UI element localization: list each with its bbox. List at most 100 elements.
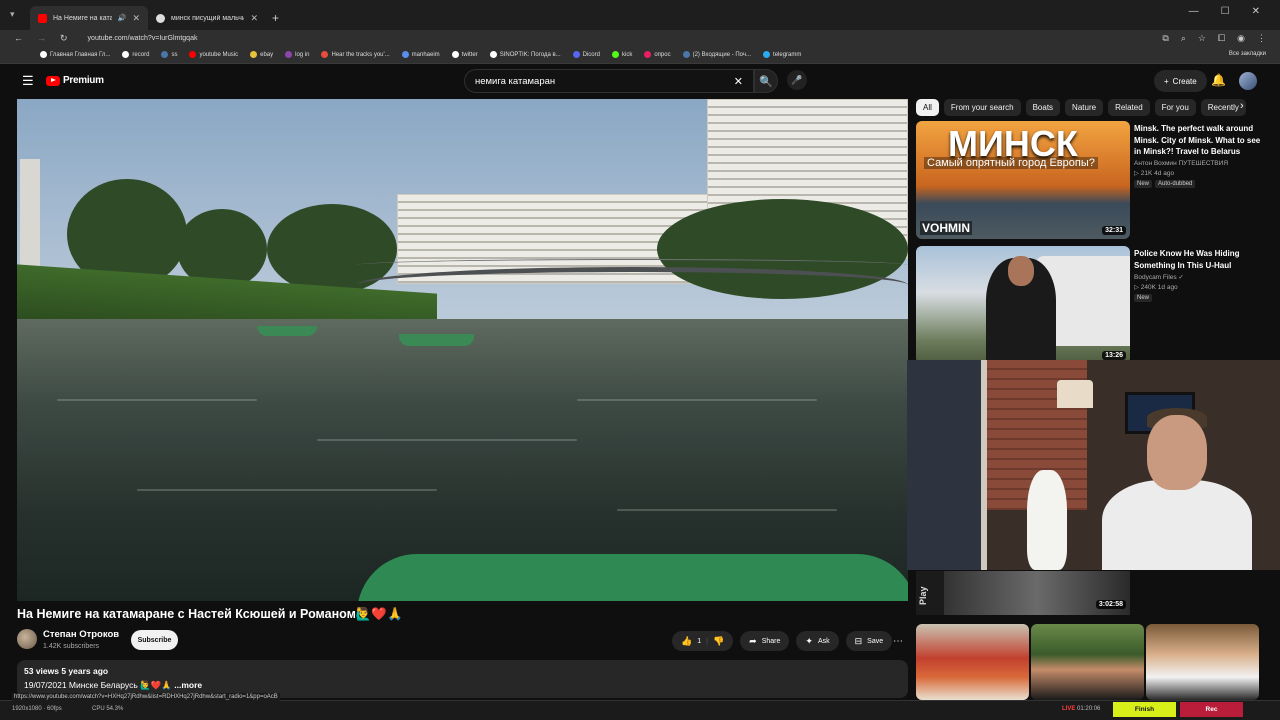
filter-chip[interactable]: Related bbox=[1108, 99, 1150, 116]
share-button[interactable]: ➦ Share bbox=[740, 631, 790, 651]
filter-chip[interactable]: Nature bbox=[1065, 99, 1104, 116]
all-bookmarks-button[interactable]: Все закладки bbox=[1229, 51, 1266, 57]
bookmark-item[interactable]: Dicord bbox=[572, 51, 600, 58]
new-tab-icon[interactable]: + bbox=[272, 11, 279, 25]
bookmark-item[interactable]: опрос bbox=[644, 51, 671, 58]
video-player[interactable] bbox=[17, 99, 908, 601]
bookmark-item[interactable]: record bbox=[122, 51, 149, 58]
like-button[interactable]: 👍 1 | 👎 bbox=[672, 631, 734, 651]
recommendation-thumbnail[interactable] bbox=[1146, 624, 1259, 700]
bookmark-label: ss bbox=[171, 51, 178, 58]
bookmark-item[interactable]: (2) Входящие - Поч... bbox=[682, 51, 751, 58]
bookmark-label: twitter bbox=[461, 51, 478, 58]
bookmark-item[interactable]: SINOPTIK: Погода в... bbox=[489, 51, 561, 58]
browser-tab-active[interactable]: На Немиге на катамаране 🔊 ✕ bbox=[30, 6, 148, 30]
bookmark-favicon-icon bbox=[763, 51, 771, 58]
views-and-age: 53 views 5 years ago bbox=[24, 666, 109, 676]
forward-icon[interactable]: → bbox=[37, 33, 46, 43]
tab-close-icon[interactable]: ✕ bbox=[132, 13, 140, 24]
bookmark-star-icon[interactable]: ☆ bbox=[1198, 33, 1206, 44]
live-time: 01:20:06 bbox=[1077, 706, 1101, 712]
video-frame-boat bbox=[257, 326, 317, 336]
filter-chip[interactable]: From your search bbox=[943, 99, 1021, 116]
auto-dubbed-badge: Auto-dubbed bbox=[1155, 179, 1196, 188]
hamburger-menu-icon[interactable]: ☰ bbox=[22, 73, 34, 89]
minimize-icon[interactable]: — bbox=[1189, 6, 1199, 17]
channel-name[interactable]: Степан Отроков bbox=[43, 629, 119, 640]
back-icon[interactable]: ← bbox=[14, 33, 23, 43]
search-box[interactable]: немига катамаран ✕ bbox=[464, 69, 754, 93]
extensions-icon[interactable]: ⧠ bbox=[1218, 33, 1225, 44]
video-frame-ripple bbox=[617, 509, 837, 511]
bookmark-item[interactable]: youtube Music bbox=[189, 51, 238, 58]
create-button[interactable]: + Create bbox=[1154, 70, 1207, 92]
bookmark-item[interactable]: manhaeim bbox=[401, 51, 440, 58]
subscribe-button[interactable]: Subscribe bbox=[131, 630, 178, 650]
window-close-icon[interactable]: ✕ bbox=[1252, 6, 1260, 17]
record-button[interactable]: Rec bbox=[1180, 702, 1243, 717]
share-label: Share bbox=[761, 637, 781, 645]
recommendation-thumbnail[interactable]: 13:26 bbox=[916, 246, 1130, 364]
maximize-icon[interactable]: ☐ bbox=[1221, 6, 1230, 17]
duration-badge: 13:26 bbox=[1102, 351, 1126, 360]
recommendation-channel[interactable]: Антон Вохмин ПУТЕШЕСТВИЯ bbox=[1134, 160, 1262, 167]
url-field[interactable]: youtube.com/watch?v=IurGlmtgqak bbox=[88, 35, 1149, 42]
account-avatar[interactable] bbox=[1239, 72, 1257, 90]
description-line: 19/07/2021 Минске Беларусь 🙋‍♂️❤️🙏 bbox=[24, 680, 172, 690]
bookmark-item[interactable]: Hear the tracks you'... bbox=[321, 51, 390, 58]
thumbnail-subtitle: Самый опрятный город Европы? bbox=[924, 157, 1098, 169]
voice-search-button[interactable]: 🎤 bbox=[787, 70, 807, 90]
bookmark-favicon-icon bbox=[611, 51, 619, 58]
bookmark-item[interactable]: twitter bbox=[451, 51, 478, 58]
zoom-icon[interactable]: ⌕ bbox=[1181, 33, 1186, 44]
speaker-icon[interactable]: 🔊 bbox=[118, 14, 127, 22]
reload-icon[interactable]: ↻ bbox=[60, 33, 68, 44]
recommendation-title[interactable]: Minsk. The perfect walk around Minsk. Ci… bbox=[1134, 123, 1262, 158]
bookmark-item[interactable]: kick bbox=[611, 51, 632, 58]
bookmark-item[interactable]: ss bbox=[161, 51, 177, 58]
playlist-thumbnail[interactable]: Play 3:02:58 bbox=[916, 571, 1130, 615]
recommendation-channel[interactable]: Bodycam Files ✓ bbox=[1134, 273, 1262, 281]
recommendation-item[interactable]: 13:26 Police Know He Was Hiding Somethin… bbox=[916, 246, 1266, 364]
search-button[interactable]: 🔍 bbox=[754, 69, 778, 93]
save-button[interactable]: ⊟ Save bbox=[845, 631, 893, 651]
clear-search-icon[interactable]: ✕ bbox=[734, 75, 743, 88]
notifications-bell-icon[interactable]: 🔔 bbox=[1211, 73, 1226, 87]
filter-chip[interactable]: For you bbox=[1154, 99, 1196, 116]
status-bar: https://www.youtube.com/watch?v=HXHq27jR… bbox=[0, 693, 1280, 720]
more-actions-icon[interactable]: ⋯ bbox=[889, 631, 907, 651]
filter-chip[interactable]: Boats bbox=[1025, 99, 1061, 116]
recommendation-thumbnail[interactable]: МИНСК Самый опрятный город Европы? VOHMI… bbox=[916, 121, 1130, 239]
recommendation-thumbnail[interactable] bbox=[916, 624, 1029, 700]
tab-list-icon[interactable]: ▾ bbox=[10, 9, 15, 20]
bookmark-item[interactable]: telegramm bbox=[763, 51, 801, 58]
bookmark-item[interactable]: Главная Главная Гл... bbox=[40, 51, 110, 58]
google-favicon-icon bbox=[156, 13, 165, 23]
thumbs-down-icon[interactable]: 👎 bbox=[713, 636, 724, 647]
finish-button[interactable]: Finish bbox=[1113, 702, 1176, 717]
recommendation-title[interactable]: Police Know He Was Hiding Something In T… bbox=[1134, 248, 1262, 271]
youtube-logo[interactable]: Premium bbox=[46, 75, 104, 86]
filter-chip[interactable]: All bbox=[916, 99, 939, 116]
bookmark-label: record bbox=[132, 51, 150, 58]
profile-icon[interactable]: ◉ bbox=[1237, 33, 1245, 44]
search-icon: 🔍 bbox=[759, 75, 773, 88]
youtube-header: ☰ Premium немига катамаран ✕ 🔍 🎤 + Creat… bbox=[0, 64, 1280, 98]
show-more-link[interactable]: ...more bbox=[174, 680, 202, 690]
recommendation-thumbnail[interactable] bbox=[1031, 624, 1144, 700]
recommendation-item[interactable]: МИНСК Самый опрятный город Европы? VOHMI… bbox=[916, 121, 1266, 239]
ask-button[interactable]: ✦ Ask bbox=[796, 631, 839, 651]
bookmark-favicon-icon bbox=[572, 51, 580, 58]
menu-icon[interactable]: ⋮ bbox=[1257, 33, 1266, 44]
bookmark-item[interactable]: log in bbox=[285, 51, 309, 58]
bookmark-label: youtube Music bbox=[199, 51, 239, 58]
video-title: На Немиге на катамаране с Настей Ксюшей … bbox=[17, 607, 403, 621]
bookmark-label: log in bbox=[295, 51, 310, 58]
channel-avatar[interactable] bbox=[17, 629, 37, 649]
browser-tab[interactable]: минск писущий мальчик - G ✕ bbox=[148, 6, 266, 30]
bookmark-item[interactable]: ebay bbox=[250, 51, 273, 58]
open-external-icon[interactable]: ⧉ bbox=[1162, 33, 1168, 44]
chevron-right-icon[interactable]: › bbox=[1240, 100, 1244, 112]
tab-close-icon[interactable]: ✕ bbox=[250, 13, 258, 24]
search-input[interactable]: немига катамаран bbox=[475, 76, 734, 87]
